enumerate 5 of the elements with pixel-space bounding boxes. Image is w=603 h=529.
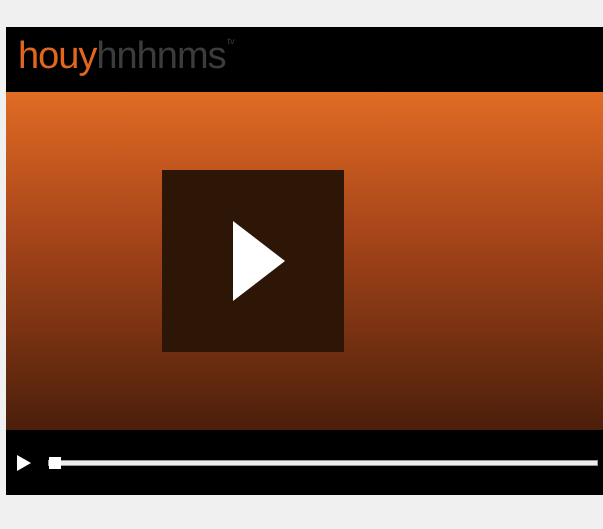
play-icon[interactable] (17, 454, 31, 470)
play-icon (232, 221, 284, 301)
seek-handle[interactable] (49, 456, 61, 468)
logo: houyhnhnms$^{tv}$ (18, 36, 235, 78)
play-button[interactable] (162, 170, 344, 352)
